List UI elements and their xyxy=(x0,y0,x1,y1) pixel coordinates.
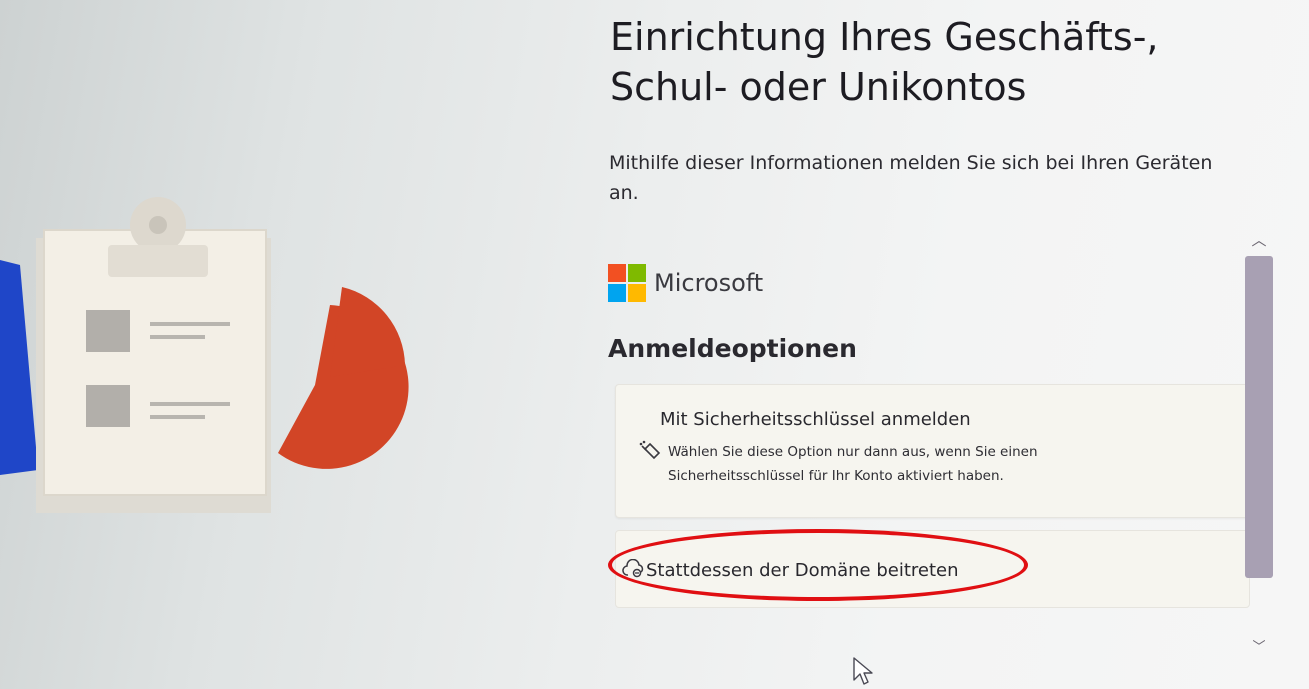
page-title-line1: Einrichtung Ihres Geschäfts-, xyxy=(610,15,1159,59)
scroll-thumb[interactable] xyxy=(1245,256,1273,578)
logo-square-yellow xyxy=(628,284,646,302)
mouse-pointer-icon xyxy=(853,657,873,685)
join-domain-option[interactable]: Stattdessen der Domäne beitreten xyxy=(615,530,1250,608)
logo-square-blue xyxy=(608,284,626,302)
microsoft-logo-icon xyxy=(608,264,646,302)
microsoft-name: Microsoft xyxy=(654,269,764,297)
text-line xyxy=(150,402,230,406)
security-key-option-description: Wählen Sie diese Option nur dann aus, we… xyxy=(668,444,1038,484)
security-key-option-title: Mit Sicherheitsschlüssel anmelden xyxy=(660,409,971,430)
join-domain-label: Stattdessen der Domäne beitreten xyxy=(646,560,959,581)
signin-options-heading: Anmeldeoptionen xyxy=(608,334,857,363)
chevron-up-icon[interactable]: ︿ xyxy=(1249,230,1269,250)
security-key-option[interactable]: Mit Sicherheitsschlüssel anmelden Wählen… xyxy=(615,384,1250,518)
page-description: Mithilfe dieser Informationen melden Sie… xyxy=(609,152,1213,204)
setup-screen: Einrichtung Ihres Geschäfts-, Schul- ode… xyxy=(0,0,1309,689)
cloud-link-icon xyxy=(622,559,644,578)
scrollbar[interactable]: ︿ ﹀ xyxy=(1243,228,1277,666)
checkbox-icon xyxy=(86,385,130,427)
checkbox-icon xyxy=(86,310,130,352)
microsoft-brand: Microsoft xyxy=(608,264,763,302)
logo-square-green xyxy=(628,264,646,282)
page-title-line2: Schul- oder Unikontos xyxy=(610,65,1027,109)
chevron-down-icon[interactable]: ﹀ xyxy=(1249,638,1269,658)
page-title: Einrichtung Ihres Geschäfts-, Schul- ode… xyxy=(610,12,1230,112)
logo-square-red xyxy=(608,264,626,282)
pie-slice-icon xyxy=(330,287,405,377)
clipboard-clip-hole xyxy=(149,216,167,234)
clipboard-pie-illustration xyxy=(0,197,409,513)
clipboard-clip xyxy=(108,245,208,277)
text-line xyxy=(150,415,205,419)
text-line xyxy=(150,335,205,339)
security-key-icon xyxy=(639,440,661,460)
text-line xyxy=(150,322,230,326)
blue-tablet-shape xyxy=(0,260,38,475)
